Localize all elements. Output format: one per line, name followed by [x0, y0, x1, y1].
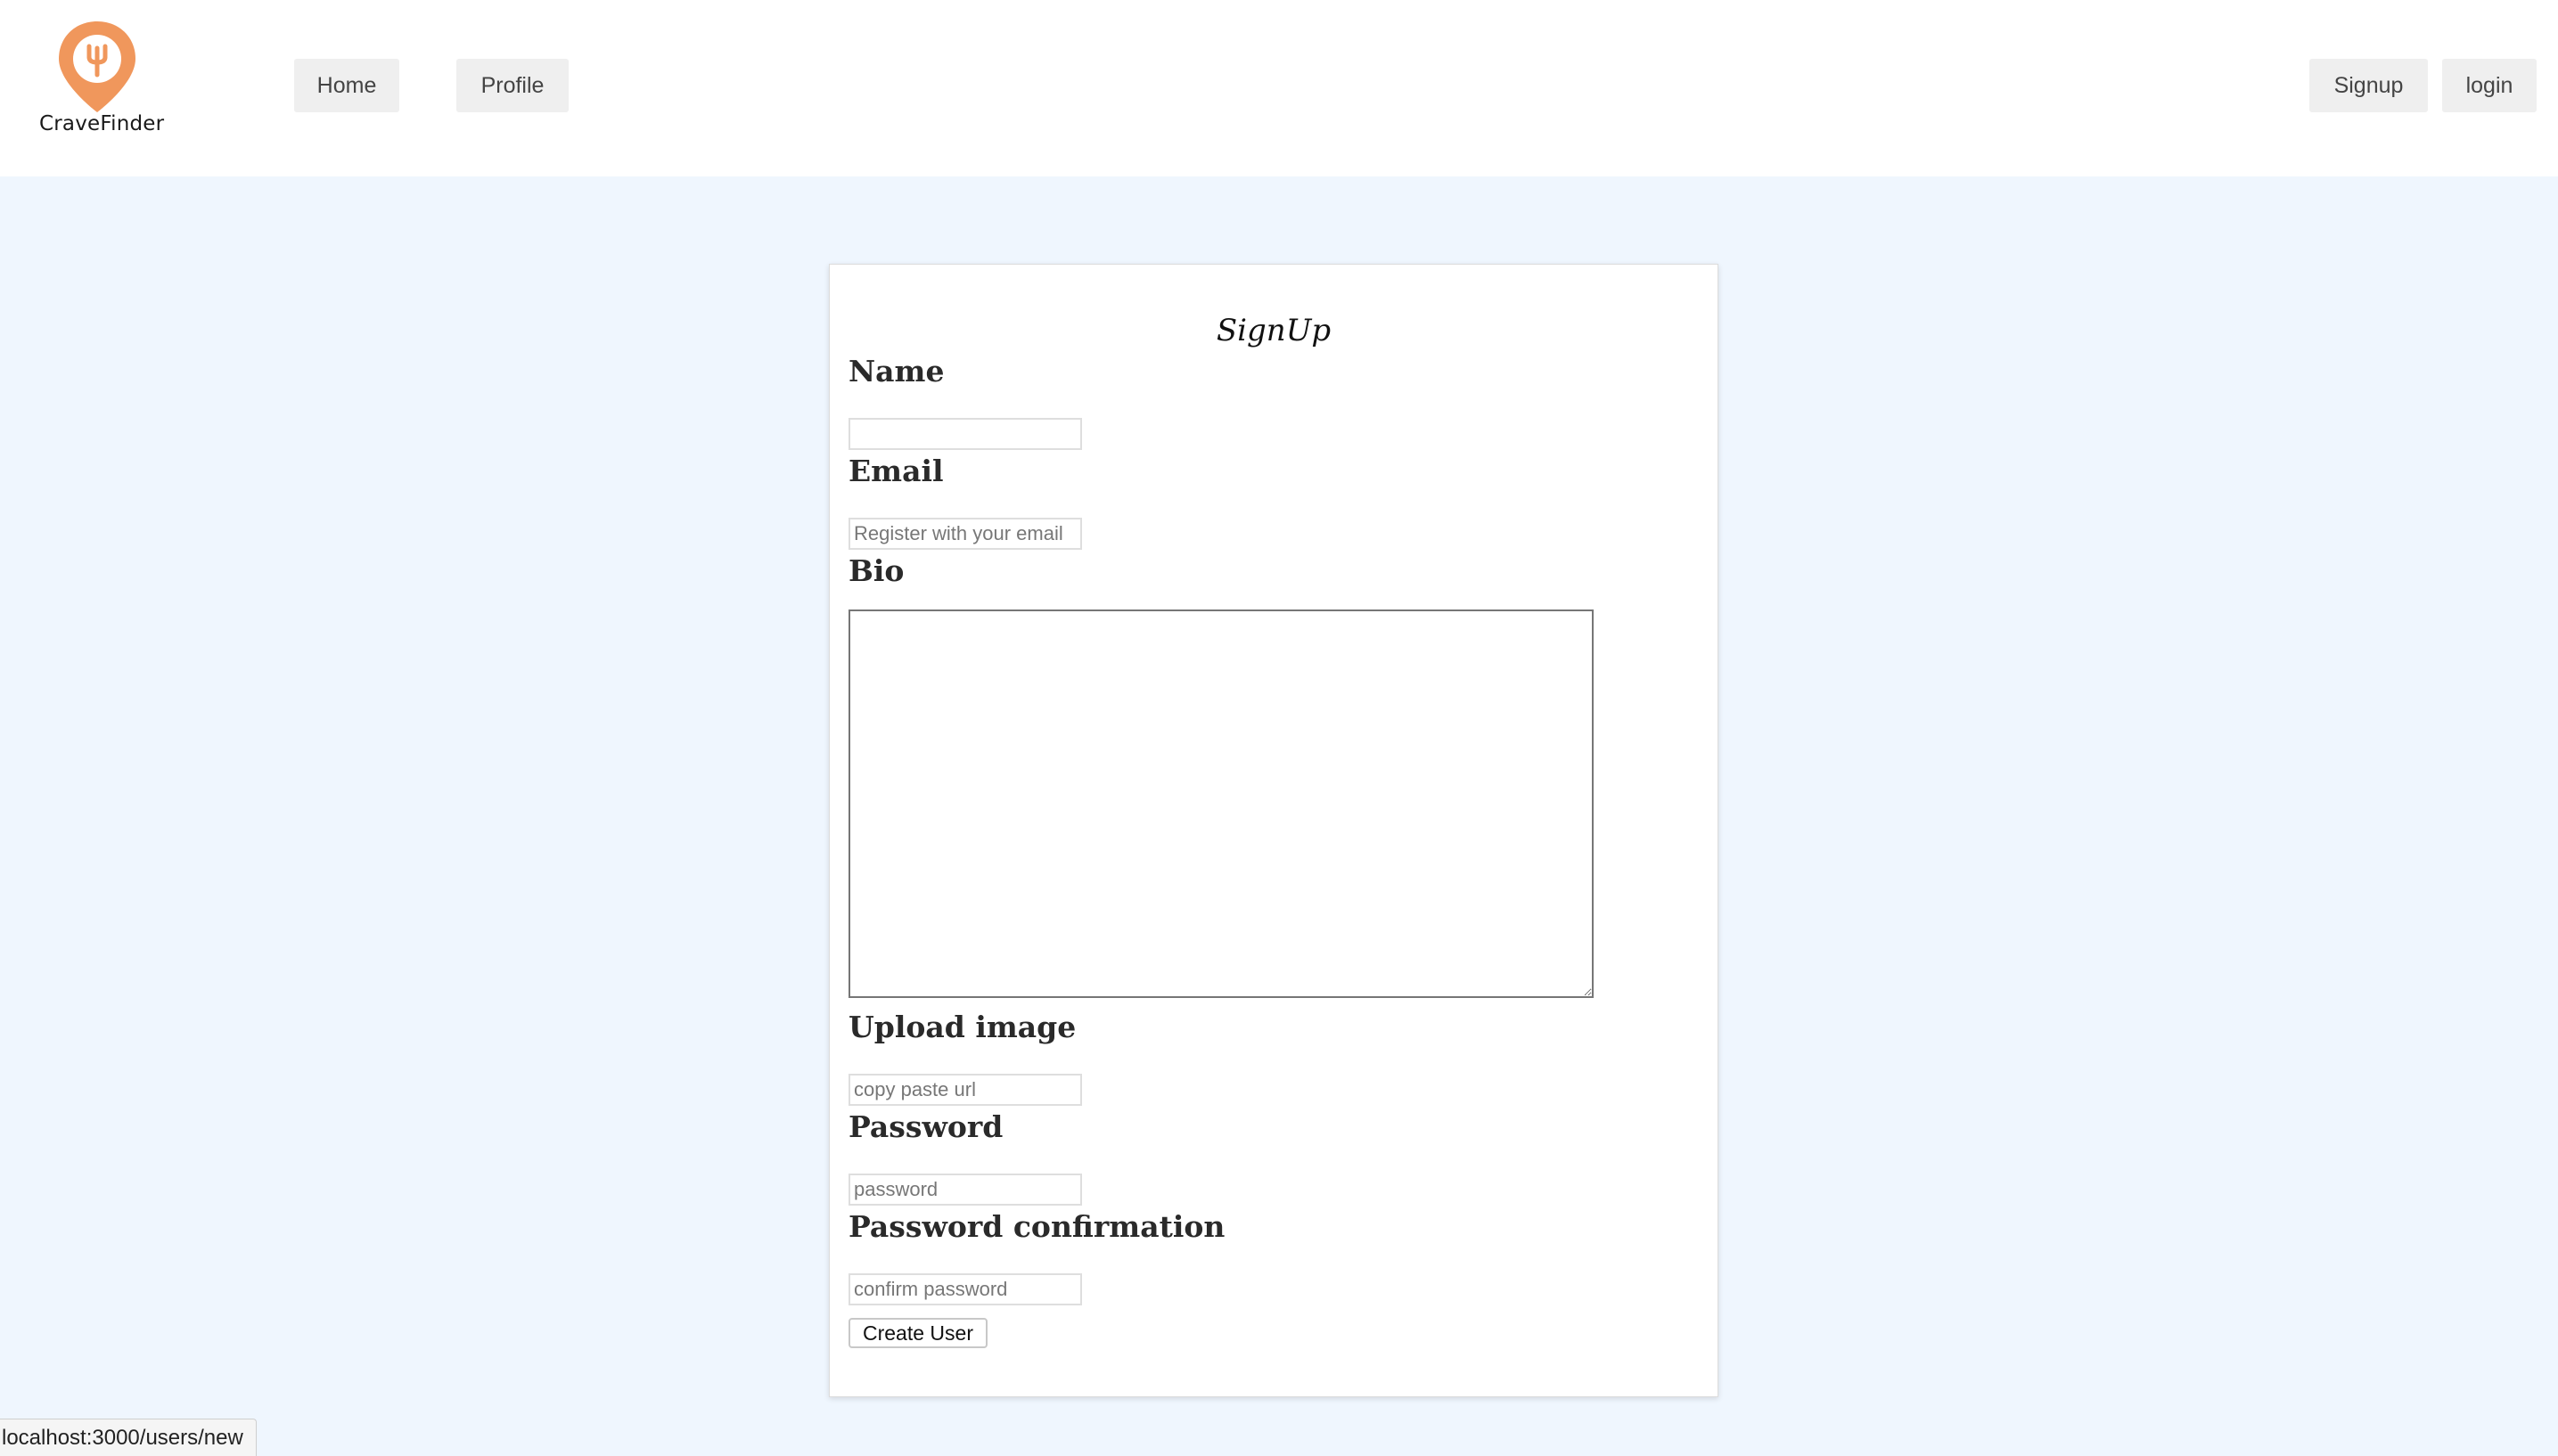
password-field[interactable] [849, 1174, 1082, 1206]
nav-login-button[interactable]: login [2442, 59, 2537, 112]
password-confirmation-field[interactable] [849, 1273, 1082, 1305]
nav-signup-button[interactable]: Signup [2309, 59, 2428, 112]
email-label: Email [849, 454, 944, 488]
fork-location-pin-icon [59, 21, 135, 112]
nav-home-button[interactable]: Home [294, 59, 399, 112]
nav-profile-button[interactable]: Profile [456, 59, 569, 112]
browser-status-bar: localhost:3000/users/new [0, 1419, 257, 1456]
bio-textarea[interactable] [849, 609, 1594, 998]
image-url-field[interactable] [849, 1074, 1082, 1106]
brand-name: CraveFinder [39, 112, 165, 135]
email-field[interactable] [849, 518, 1082, 550]
password-confirmation-label: Password confirmation [849, 1209, 1226, 1244]
top-navbar: CraveFinder Home Profile Signup login [0, 0, 2558, 176]
brand-logo[interactable]: CraveFinder [39, 20, 165, 144]
upload-image-label: Upload image [849, 1010, 1077, 1044]
name-label: Name [849, 354, 945, 389]
bio-label: Bio [849, 553, 905, 588]
name-field[interactable] [849, 418, 1082, 450]
password-label: Password [849, 1109, 1004, 1144]
form-title: SignUp [1216, 313, 1332, 348]
create-user-button[interactable]: Create User [849, 1318, 988, 1348]
signup-form-card: SignUp Name Email Bio Upload image Passw… [829, 264, 1718, 1397]
